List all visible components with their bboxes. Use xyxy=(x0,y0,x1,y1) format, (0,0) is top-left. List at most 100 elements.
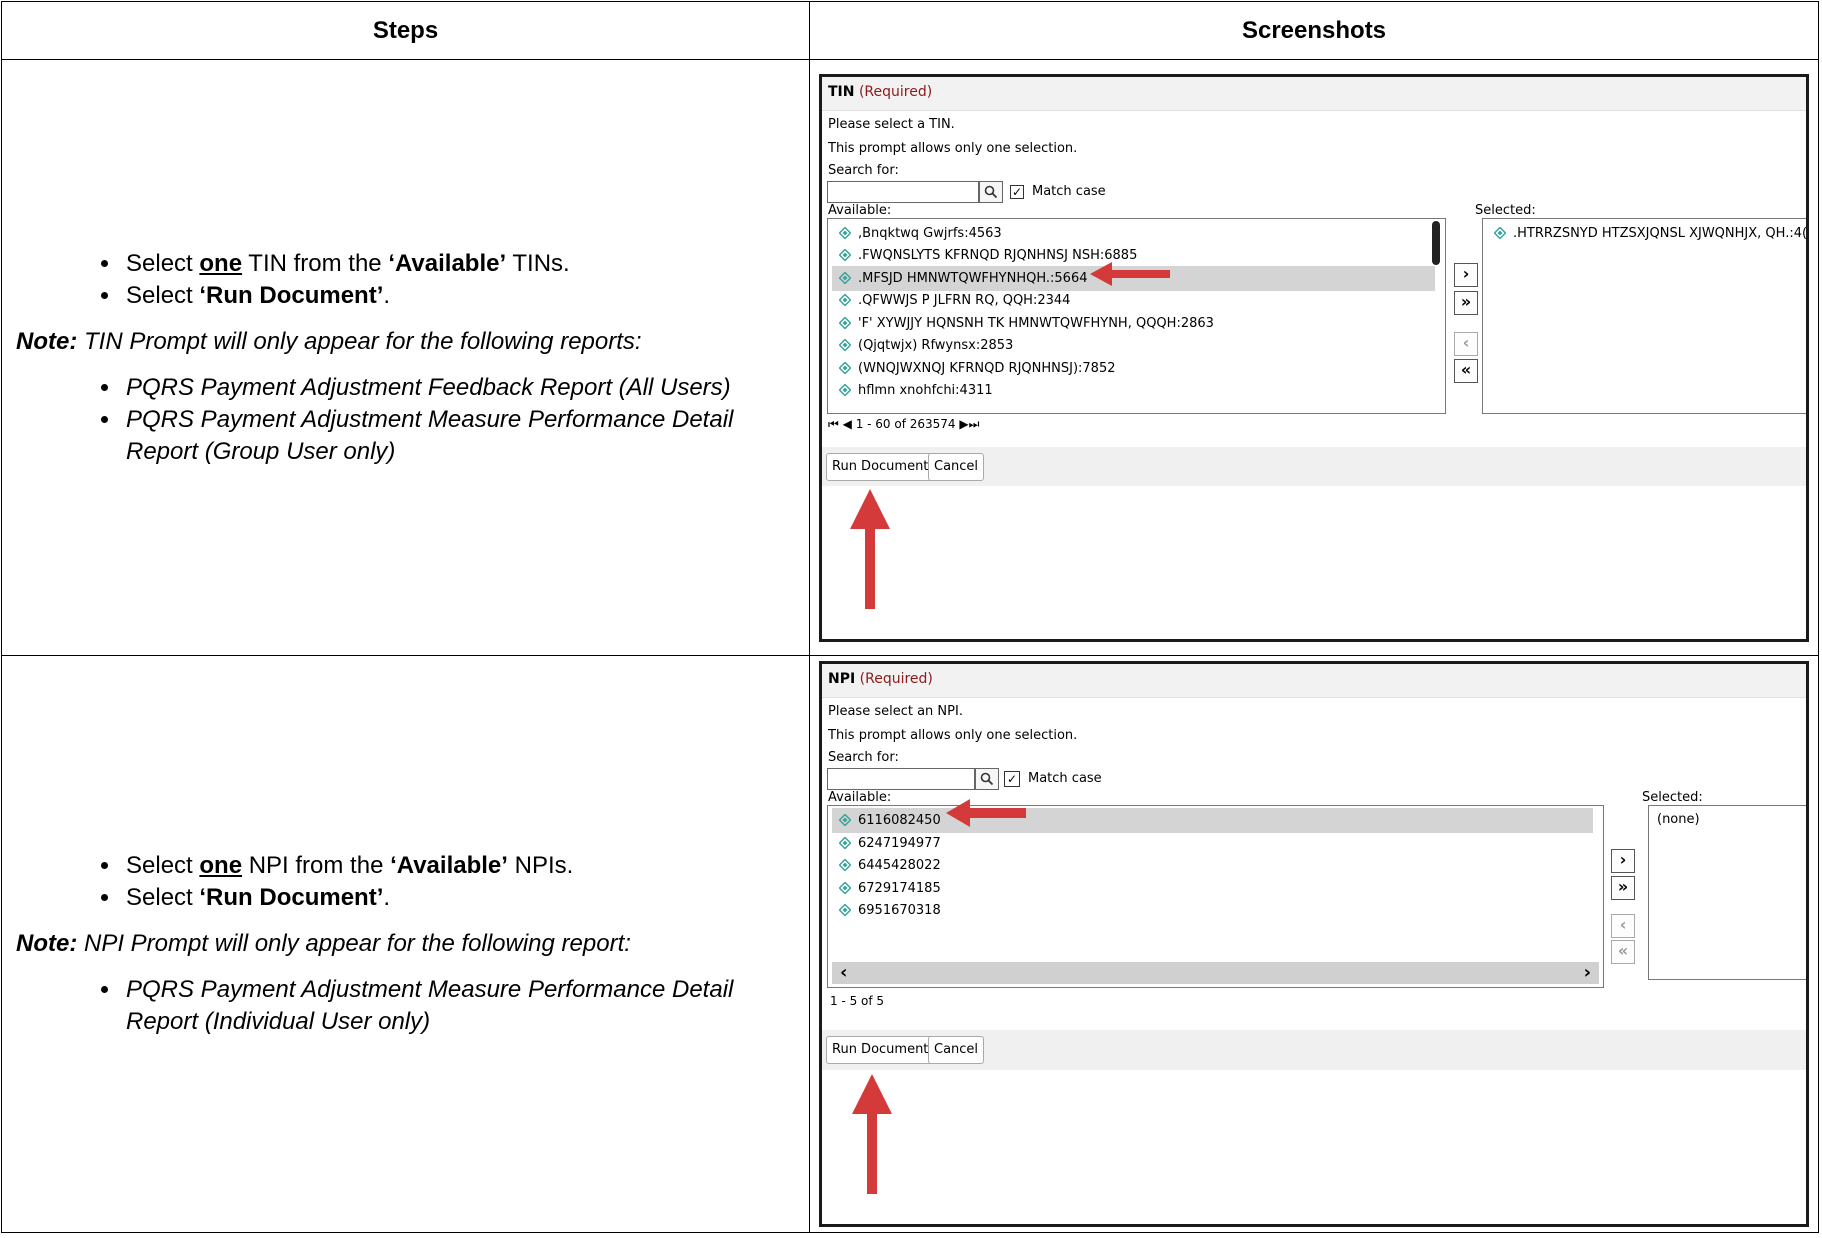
scroll-left-icon[interactable]: ‹ xyxy=(840,962,847,983)
tin-prompt-panel: TIN (Required) Please select a TIN. This… xyxy=(819,73,1809,642)
available-listbox[interactable]: 6116082450 6247194977 6445428022 6729174185… xyxy=(827,805,1604,988)
match-case-label: Match case xyxy=(1032,183,1106,199)
step-text: Select xyxy=(126,852,200,879)
run-document-button[interactable]: Run Document xyxy=(826,1036,935,1064)
remove-button[interactable]: ‹ xyxy=(1454,331,1478,356)
pager-text: 1 - 5 of 5 xyxy=(830,994,885,1008)
button-bar: Run Document Cancel xyxy=(822,446,1806,486)
diamond-icon xyxy=(839,226,851,239)
available-list-item[interactable]: 'F' XYWJJY HQNSNH TK HMNWTQWFHYNH, QQQH:… xyxy=(832,311,1435,336)
available-list-item[interactable]: (Qjqtwjx) Rfwynsx:2853 xyxy=(832,333,1435,358)
tin-row: Select one TIN from the ‘Available’ TINs… xyxy=(1,59,1819,656)
list-item-label: (WNQJWXNQJ KFRNQD RJQNHNSJ):7852 xyxy=(858,360,1116,376)
remove-all-button[interactable]: « xyxy=(1454,358,1478,383)
add-button[interactable]: › xyxy=(1454,262,1478,287)
list-item-label: 6951670318 xyxy=(858,903,941,918)
available-list-item[interactable]: 6247194977 xyxy=(832,831,1593,856)
selected-none-label: (none) xyxy=(1657,812,1700,827)
step-text: TINs. xyxy=(506,249,570,277)
add-button[interactable]: › xyxy=(1611,849,1635,873)
available-listbox[interactable]: ,Bnqktwq Gwjrfs:4563 .FWQNSLYTS KFRNQD RJ… xyxy=(827,217,1446,414)
available-list-item[interactable]: 6951670318 xyxy=(832,898,1593,923)
search-button[interactable] xyxy=(979,180,1003,203)
diamond-icon xyxy=(839,904,851,916)
step-text: Select xyxy=(126,249,200,277)
pager-text: 1 - 60 of 263574 xyxy=(855,416,956,431)
report-item: PQRS Payment Adjustment Measure Performa… xyxy=(122,974,795,1038)
tin-step-select: Select one TIN from the ‘Available’ TINs… xyxy=(122,248,795,280)
prompt-title: TIN xyxy=(828,83,855,100)
next-page-icon[interactable]: ▶ xyxy=(959,417,968,431)
tin-steps-list: Select one TIN from the ‘Available’ TINs… xyxy=(16,248,795,312)
selection-hint: This prompt allows only one selection. xyxy=(828,140,1078,156)
search-input[interactable] xyxy=(827,180,979,203)
match-case-checkbox[interactable]: ✓ xyxy=(1010,184,1024,199)
npi-steps-cell: Select one NPI from the ‘Available’ NPIs… xyxy=(1,655,810,1233)
selection-hint: This prompt allows only one selection. xyxy=(828,728,1078,743)
remove-button[interactable]: ‹ xyxy=(1611,914,1635,938)
npi-step-run: Select ‘Run Document’. xyxy=(122,882,795,914)
note-text: TIN Prompt will only appear for the foll… xyxy=(77,327,642,355)
add-all-button[interactable]: » xyxy=(1611,876,1635,900)
red-arrow-left-icon xyxy=(1090,261,1170,286)
note-label: Note: xyxy=(16,327,78,355)
step-emphasis: one xyxy=(199,852,243,879)
tin-step-run: Select ‘Run Document’. xyxy=(122,280,795,312)
step-text: NPI from the xyxy=(242,852,391,879)
available-list-item[interactable]: 6445428022 xyxy=(832,853,1593,878)
run-document-button[interactable]: Run Document xyxy=(826,452,935,481)
horizontal-scrollbar[interactable]: ‹ › xyxy=(832,962,1599,984)
step-strong: ‘Available’ xyxy=(388,249,507,277)
diamond-icon xyxy=(839,294,851,306)
report-item: PQRS Payment Adjustment Measure Performa… xyxy=(122,404,795,468)
match-case-checkbox[interactable]: ✓ xyxy=(1004,771,1020,787)
cancel-button[interactable]: Cancel xyxy=(928,452,985,481)
available-list-item[interactable]: (WNQJWXNQJ KFRNQD RJQNHNSJ):7852 xyxy=(832,356,1435,381)
prompt-instruction: Please select a TIN. xyxy=(828,116,955,132)
npi-prompt-panel: NPI (Required) Please select an NPI. Thi… xyxy=(819,661,1809,1227)
selected-listbox[interactable]: (none) xyxy=(1648,805,1806,980)
npi-reports-list: PQRS Payment Adjustment Measure Performa… xyxy=(16,974,795,1038)
available-list-item[interactable]: .QFWWJS P JLFRN RQ, QQH:2344 xyxy=(832,288,1435,313)
search-button[interactable] xyxy=(975,768,999,790)
selected-item[interactable]: .HTRRZSNYD HTZSXJQNSL XJWQNHJX, QH.:4( xyxy=(1487,221,1806,246)
step-strong: ‘Run Document’ xyxy=(199,281,384,309)
list-item-label: .MFSJD HMNWTQWFHYNHQH.:5664 xyxy=(858,270,1088,286)
list-item-label: 6445428022 xyxy=(858,858,941,873)
diamond-icon xyxy=(839,316,851,329)
available-label: Available: xyxy=(828,790,892,805)
step-text: TIN from the xyxy=(242,249,389,277)
available-list-item[interactable]: hflmn xnohfchi:4311 xyxy=(832,378,1435,403)
red-arrow-up-icon xyxy=(850,488,890,609)
cancel-button[interactable]: Cancel xyxy=(928,1036,985,1064)
selected-item-label: .HTRRZSNYD HTZSXJQNSL XJWQNHJX, QH.:4( xyxy=(1513,225,1808,241)
diamond-icon xyxy=(839,339,851,351)
search-icon xyxy=(984,185,998,198)
step-strong: ‘Run Document’ xyxy=(199,884,384,911)
remove-all-button[interactable]: « xyxy=(1611,940,1635,964)
available-list-item[interactable]: ,Bnqktwq Gwjrfs:4563 xyxy=(832,221,1435,246)
step-strong: ‘Available’ xyxy=(390,852,508,879)
selected-label: Selected: xyxy=(1642,790,1703,805)
npi-row: Select one NPI from the ‘Available’ NPIs… xyxy=(1,655,1819,1233)
available-label: Available: xyxy=(828,202,892,218)
diamond-icon xyxy=(1494,226,1506,239)
selected-listbox[interactable]: .HTRRZSNYD HTZSXJQNSL XJWQNHJX, QH.:4( xyxy=(1482,217,1806,414)
header-row: Steps Screenshots xyxy=(1,1,1819,60)
first-page-icon[interactable]: ⏮ xyxy=(828,417,839,431)
search-input[interactable] xyxy=(827,768,975,790)
add-all-button[interactable]: » xyxy=(1454,290,1478,315)
diamond-icon xyxy=(839,361,851,374)
available-list-item[interactable]: 6729174185 xyxy=(832,876,1593,901)
pager: ⏮ ◀ 1 - 60 of 263574 ▶⏭ xyxy=(828,417,979,432)
step-text: Select xyxy=(126,884,200,911)
prev-page-icon[interactable]: ◀ xyxy=(843,417,852,431)
red-arrow-up-icon xyxy=(852,1074,892,1194)
tin-note: Note: TIN Prompt will only appear for th… xyxy=(16,326,795,358)
scroll-right-icon[interactable]: › xyxy=(1584,962,1591,983)
list-item-label: 6116082450 xyxy=(858,813,941,828)
tin-reports-list: PQRS Payment Adjustment Feedback Report … xyxy=(16,372,795,468)
prompt-instruction: Please select an NPI. xyxy=(828,704,963,719)
last-page-icon[interactable]: ⏭ xyxy=(969,417,980,431)
diamond-icon xyxy=(839,249,851,261)
